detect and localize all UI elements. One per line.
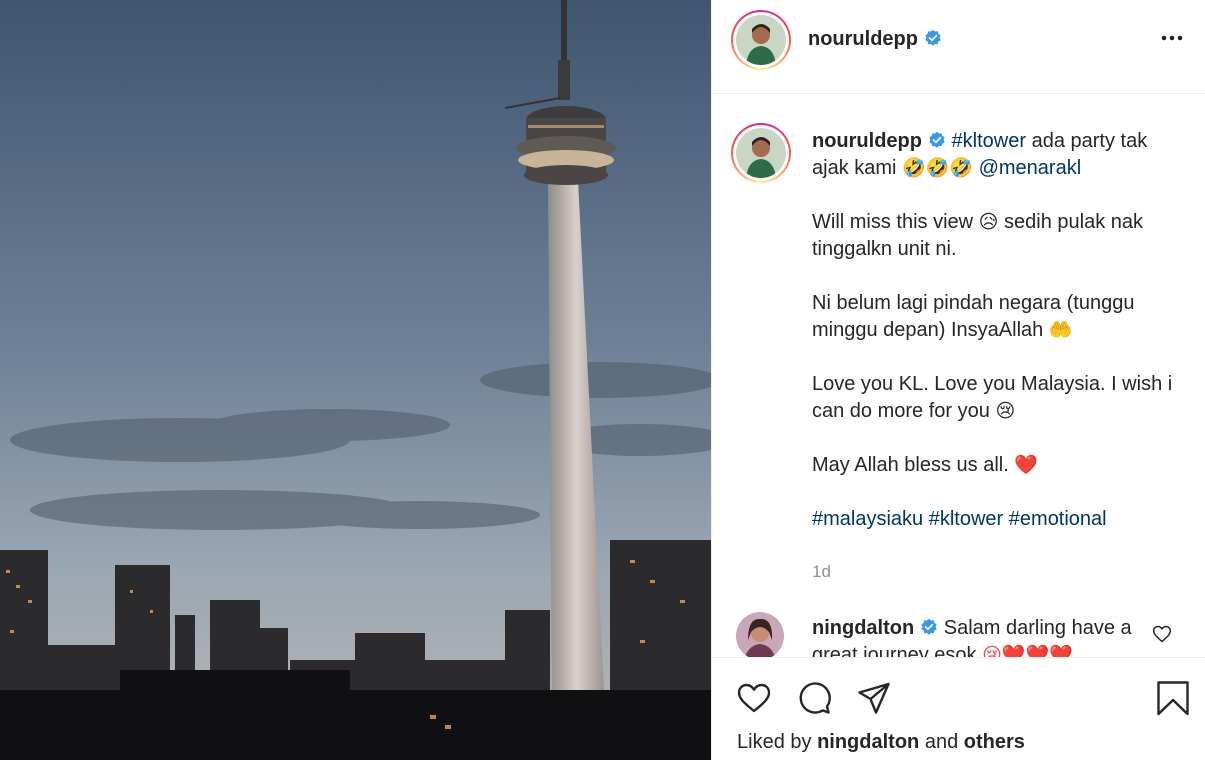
post-caption: nouruldepp #kltower ada party tak ajak k…: [812, 128, 1182, 585]
caption-paragraph-4: Love you KL. Love you Malaysia. I wish i…: [812, 371, 1182, 425]
liked-by-text: Liked by ningdalton and others: [737, 731, 1025, 754]
hashtag-emotional[interactable]: #emotional: [1009, 508, 1107, 530]
author-avatar[interactable]: [731, 10, 791, 70]
caption-scroll-area[interactable]: nouruldepp #kltower ada party tak ajak k…: [712, 95, 1205, 657]
comment-like-heart-icon[interactable]: [1152, 624, 1172, 644]
caption-paragraph-1: nouruldepp #kltower ada party tak ajak k…: [812, 128, 1182, 182]
bookmark-icon[interactable]: [1155, 680, 1191, 716]
caption-text: Ni belum lagi pindah negara (tunggu ming…: [812, 292, 1135, 341]
verified-badge-icon: [929, 131, 945, 148]
caption-author-avatar[interactable]: [731, 123, 791, 183]
commenter-username[interactable]: ningdalton: [812, 617, 914, 639]
verified-badge-icon: [925, 29, 941, 46]
liked-by-user[interactable]: ningdalton: [817, 731, 919, 753]
caption-paragraph-3: Ni belum lagi pindah negara (tunggu ming…: [812, 290, 1182, 344]
share-icon[interactable]: [856, 680, 892, 716]
hashtag-kltower[interactable]: #kltower: [952, 130, 1026, 152]
sad-emoji: 😥: [978, 211, 999, 233]
comment-item: ningdalton Salam darling have a great jo…: [712, 610, 1205, 657]
caption-hashtags: #malaysiaku #kltower #emotional: [812, 506, 1182, 533]
hashtag-malaysiaku[interactable]: #malaysiaku: [812, 508, 923, 530]
caption-text: May Allah bless us all.: [812, 454, 1015, 476]
post-timestamp[interactable]: 1d: [812, 558, 1182, 585]
heart-icon[interactable]: [736, 680, 772, 716]
comment-icon[interactable]: [796, 680, 832, 716]
commenter-avatar[interactable]: [736, 612, 784, 657]
post-actions-bar: Liked by ningdalton and others: [712, 657, 1205, 760]
caption-text: Love you KL. Love you Malaysia. I wish i…: [812, 373, 1173, 422]
crying-emoji: 😢: [995, 400, 1016, 422]
post-photo[interactable]: [0, 0, 711, 760]
more-horizontal-icon[interactable]: [1158, 28, 1186, 48]
post-side-panel: nouruldepp nouruldepp #kltower ada party…: [711, 0, 1205, 760]
comment-emoji: 😢❤️❤️❤️: [982, 644, 1073, 657]
palms-up-emoji: 🤲: [1048, 319, 1073, 341]
caption-username[interactable]: nouruldepp: [812, 130, 922, 152]
mention-menarakl[interactable]: @menarakl: [979, 157, 1082, 179]
liked-by-others[interactable]: others: [964, 731, 1025, 753]
kl-tower-skyline-image: [0, 0, 711, 760]
post-header: nouruldepp: [712, 0, 1205, 94]
rofl-emoji: 🤣🤣🤣: [902, 157, 974, 179]
comment-text: ningdalton Salam darling have a great jo…: [812, 615, 1137, 657]
username-text[interactable]: nouruldepp: [808, 28, 918, 50]
caption-paragraph-2: Will miss this view 😥 sedih pulak nak ti…: [812, 209, 1182, 263]
caption-text: Will miss this view: [812, 211, 979, 233]
author-username[interactable]: nouruldepp: [808, 28, 942, 51]
likes-middle: and: [919, 731, 964, 753]
likes-prefix: Liked by: [737, 731, 818, 753]
hashtag-kltower[interactable]: #kltower: [929, 508, 1003, 530]
avatar-image: [736, 15, 786, 65]
verified-badge-icon: [921, 618, 937, 635]
caption-paragraph-5: May Allah bless us all. ❤️: [812, 452, 1182, 479]
red-heart-emoji: ❤️: [1014, 454, 1038, 476]
avatar-image: [736, 128, 786, 178]
